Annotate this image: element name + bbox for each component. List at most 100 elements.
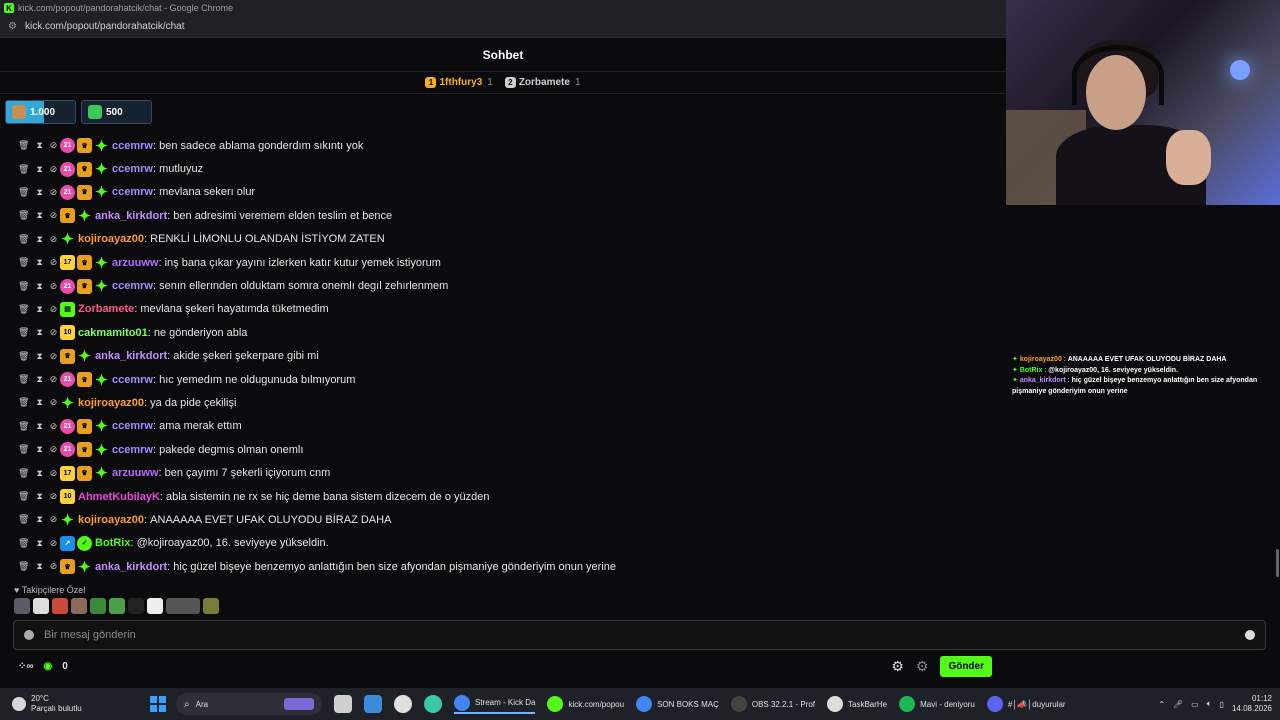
timeout-icon[interactable]: ⧗: [36, 468, 42, 479]
timeout-icon[interactable]: ⧗: [36, 304, 42, 315]
leaderboard-entry[interactable]: 2 Zorbamete 1: [504, 77, 581, 88]
delete-icon[interactable]: 🗑︎: [18, 561, 29, 572]
timeout-icon[interactable]: ⧗: [36, 514, 42, 525]
username[interactable]: anka_kirkdort: [95, 210, 167, 222]
ban-icon[interactable]: ⊘: [50, 304, 58, 315]
chat-message[interactable]: 🗑︎ ⧗ ⊘ ▤ Zorbamete: mevlana şekeri hayat…: [0, 298, 1006, 321]
username[interactable]: ccemrw: [112, 186, 153, 198]
clock[interactable]: 01:12 14.08.2026: [1232, 694, 1272, 714]
username[interactable]: ccemrw: [112, 140, 153, 152]
mod-settings-icon[interactable]: ⚙: [916, 658, 929, 675]
delete-icon[interactable]: 🗑︎: [18, 187, 29, 198]
delete-icon[interactable]: 🗑︎: [18, 468, 29, 479]
timeout-icon[interactable]: ⧗: [36, 397, 42, 408]
taskbar-app[interactable]: OBS 32.2.1 - Prof: [730, 695, 815, 714]
ban-icon[interactable]: ⊘: [50, 444, 58, 455]
delete-icon[interactable]: 🗑︎: [18, 444, 29, 455]
username[interactable]: AhmetKubilayK: [78, 491, 160, 503]
ban-icon[interactable]: ⊘: [50, 140, 58, 151]
ban-icon[interactable]: ⊘: [50, 561, 58, 572]
ban-icon[interactable]: ⊘: [50, 187, 58, 198]
goal-bar[interactable]: 500: [81, 100, 152, 124]
username[interactable]: kojiroayaz00: [78, 233, 144, 245]
taskbar-app[interactable]: Stream - Kick Da: [454, 694, 536, 714]
timeout-icon[interactable]: ⧗: [36, 538, 42, 549]
chat-mode-icon[interactable]: [24, 630, 34, 640]
mic-icon[interactable]: 🎤︎: [1173, 700, 1183, 709]
leaderboard-entry[interactable]: 1 1fthfury3 1: [425, 77, 493, 88]
taskbar-app[interactable]: TaskBarHe: [827, 695, 887, 714]
share-icon[interactable]: ⁘∞: [18, 661, 34, 672]
username[interactable]: anka_kirkdort: [95, 561, 167, 573]
ban-icon[interactable]: ⊘: [50, 164, 58, 175]
ban-icon[interactable]: ⊘: [50, 421, 58, 432]
volume-icon[interactable]: 🔈︎: [1207, 699, 1212, 709]
chat-message[interactable]: 🗑︎ ⧗ ⊘ 21 ♛ ✦ ccemrw: mutluyuz: [0, 157, 1006, 180]
chat-message[interactable]: 🗑︎ ⧗ ⊘ ✦ kojiroayaz00: RENKLİ LİMONLU OL…: [0, 228, 1006, 251]
ban-icon[interactable]: ⊘: [50, 281, 58, 292]
ban-icon[interactable]: ⊘: [50, 514, 58, 525]
timeout-icon[interactable]: ⧗: [36, 140, 42, 151]
chat-message[interactable]: 🗑︎ ⧗ ⊘ 21 ♛ ✦ ccemrw: pakede degmıs olman …: [0, 438, 1006, 461]
delete-icon[interactable]: 🗑︎: [18, 374, 29, 385]
chatgpt-icon[interactable]: [394, 695, 412, 713]
message-input-box[interactable]: [13, 620, 1266, 650]
delete-icon[interactable]: 🗑︎: [18, 210, 29, 221]
start-button[interactable]: [150, 696, 166, 712]
delete-icon[interactable]: 🗑︎: [18, 491, 29, 502]
timeout-icon[interactable]: ⧗: [36, 491, 42, 502]
chat-message[interactable]: 🗑︎ ⧗ ⊘ 21 ♛ ✦ ccemrw: hıc yemedım ne oldug…: [0, 368, 1006, 391]
ban-icon[interactable]: ⊘: [50, 374, 58, 385]
delete-icon[interactable]: 🗑︎: [18, 538, 29, 549]
delete-icon[interactable]: 🗑︎: [18, 397, 29, 408]
battery-icon[interactable]: ▯: [1220, 700, 1224, 709]
scrollbar[interactable]: [1276, 549, 1279, 577]
taskbar-search[interactable]: ⌕ Ara: [176, 693, 322, 715]
ban-icon[interactable]: ⊘: [50, 257, 58, 268]
emote[interactable]: [166, 598, 200, 614]
delete-icon[interactable]: 🗑︎: [18, 257, 29, 268]
ban-icon[interactable]: ⊘: [50, 351, 58, 362]
chat-message[interactable]: 🗑︎ ⧗ ⊘ 10 AhmetKubilayK: abla sistemin n…: [0, 485, 1006, 508]
username[interactable]: arzuuww: [112, 257, 158, 269]
address-bar[interactable]: ⚙ kick.com/popout/pandorahatcik/chat: [0, 16, 1006, 38]
emote[interactable]: [109, 598, 125, 614]
timeout-icon[interactable]: ⧗: [36, 561, 42, 572]
timeout-icon[interactable]: ⧗: [36, 187, 42, 198]
emote[interactable]: [90, 598, 106, 614]
timeout-icon[interactable]: ⧗: [36, 164, 42, 175]
ban-icon[interactable]: ⊘: [50, 491, 58, 502]
chat-message[interactable]: 🗑︎ ⧗ ⊘ 21 ♛ ✦ ccemrw: ama merak ettım: [0, 415, 1006, 438]
username[interactable]: cakmamito01: [78, 327, 148, 339]
ban-icon[interactable]: ⊘: [50, 210, 58, 221]
delete-icon[interactable]: 🗑︎: [18, 164, 29, 175]
network-icon[interactable]: ▭: [1191, 700, 1199, 709]
site-settings-icon[interactable]: ⚙: [8, 21, 17, 32]
task-view-icon[interactable]: [334, 695, 352, 713]
chat-message[interactable]: 🗑︎ ⧗ ⊘ ♛ ✦ anka_kirkdort: akide şekeri şe…: [0, 345, 1006, 368]
timeout-icon[interactable]: ⧗: [36, 281, 42, 292]
username[interactable]: kojiroayaz00: [78, 514, 144, 526]
delete-icon[interactable]: 🗑︎: [18, 234, 29, 245]
timeout-icon[interactable]: ⧗: [36, 351, 42, 362]
taskbar-app[interactable]: #│📣│duyurular: [986, 695, 1066, 714]
delete-icon[interactable]: 🗑︎: [18, 514, 29, 525]
delete-icon[interactable]: 🗑︎: [18, 421, 29, 432]
send-button[interactable]: Gönder: [940, 656, 992, 677]
username[interactable]: BotRix: [95, 537, 130, 549]
ban-icon[interactable]: ⊘: [50, 327, 58, 338]
delete-icon[interactable]: 🗑︎: [18, 140, 29, 151]
timeout-icon[interactable]: ⧗: [36, 257, 42, 268]
chat-message[interactable]: 🗑︎ ⧗ ⊘ 21 ♛ ✦ ccemrw: ben sadece ablama go…: [0, 134, 1006, 157]
url-text[interactable]: kick.com/popout/pandorahatcik/chat: [25, 21, 185, 32]
taskbar-app[interactable]: kick.com/popou: [547, 695, 624, 714]
chat-message[interactable]: 🗑︎ ⧗ ⊘ 21 ♛ ✦ ccemrw: mevlana sekerı olur: [0, 181, 1006, 204]
chat-message[interactable]: 🗑︎ ⧗ ⊘ 10 cakmamito01: ne gönderiyon abl…: [0, 321, 1006, 344]
emote[interactable]: [52, 598, 68, 614]
timeout-icon[interactable]: ⧗: [36, 444, 42, 455]
username[interactable]: kojiroayaz00: [78, 397, 144, 409]
emote[interactable]: [147, 598, 163, 614]
emote[interactable]: [14, 598, 30, 614]
chat-message[interactable]: 🗑︎ ⧗ ⊘ 17 ♛ ✦ arzuuww: ben çayımı 7 şekerl…: [0, 461, 1006, 484]
emote[interactable]: [33, 598, 49, 614]
